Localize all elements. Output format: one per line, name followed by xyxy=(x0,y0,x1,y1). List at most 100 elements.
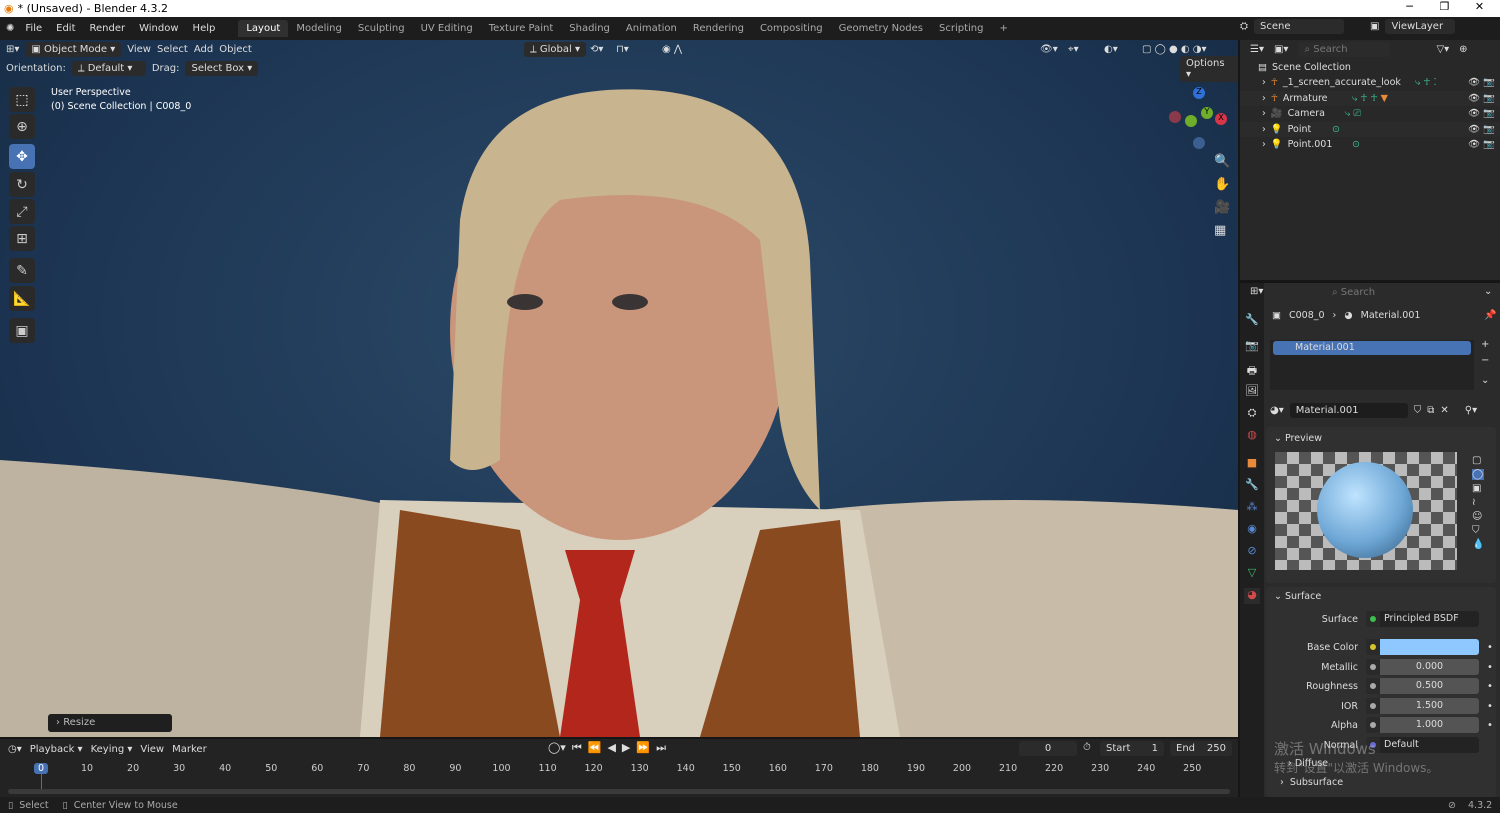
preview-cube-icon[interactable]: ▣ xyxy=(1472,483,1484,494)
preview-monkey-icon[interactable]: ☺ xyxy=(1472,511,1484,522)
keyframe-dot[interactable]: • xyxy=(1487,701,1493,712)
visibility-eye-icon[interactable]: 👁 📷 xyxy=(1468,93,1495,104)
rotate-tool[interactable]: ↻ xyxy=(9,172,35,197)
socket-icon[interactable] xyxy=(1370,616,1376,622)
outliner-row[interactable]: › 🎥 Camera ⤷ ⎚ 👁 📷 xyxy=(1240,106,1500,121)
viewlayer-selector[interactable]: ViewLayer xyxy=(1385,19,1456,34)
menu-edit[interactable]: Edit xyxy=(49,20,82,37)
maximize-button[interactable]: ❐ xyxy=(1427,0,1462,13)
ior-field[interactable]: 1.500 xyxy=(1380,698,1479,714)
visibility-eye-icon[interactable]: 👁 📷 xyxy=(1468,124,1495,135)
material-slot-item[interactable]: Material.001 xyxy=(1273,341,1471,355)
output-tab-icon[interactable]: 🖶 xyxy=(1244,362,1260,378)
add-slot-button[interactable]: + xyxy=(1481,339,1489,350)
menu-window[interactable]: Window xyxy=(132,20,185,37)
material-browse-icon[interactable]: ◕▾ xyxy=(1270,405,1284,416)
viewlayer-icon[interactable]: ▣ xyxy=(1370,21,1379,32)
tab-geometry-nodes[interactable]: Geometry Nodes xyxy=(831,20,931,37)
object-tab-icon[interactable]: ■ xyxy=(1244,456,1260,472)
tab-shading[interactable]: Shading xyxy=(561,20,618,37)
surface-header[interactable]: ⌄ Surface xyxy=(1266,587,1496,606)
alpha-slider[interactable]: 1.000 xyxy=(1380,717,1479,733)
3d-viewport[interactable]: ⊞▾ ▣ Object Mode ▾ View Select Add Objec… xyxy=(0,40,1238,737)
add-menu[interactable]: Add xyxy=(194,44,213,55)
tab-modeling[interactable]: Modeling xyxy=(288,20,350,37)
tab-sculpting[interactable]: Sculpting xyxy=(350,20,413,37)
view-menu[interactable]: View xyxy=(127,44,151,55)
select-menu[interactable]: Select xyxy=(157,44,188,55)
scene-icon[interactable]: ⛭ xyxy=(1240,21,1248,32)
overlay-toggle-icon[interactable]: ◐▾ xyxy=(1104,44,1118,55)
socket-icon[interactable] xyxy=(1370,664,1376,670)
preview-hair-icon[interactable]: ≀ xyxy=(1472,497,1484,508)
object-menu[interactable]: Object xyxy=(219,44,252,55)
menu-render[interactable]: Render xyxy=(83,20,133,37)
shading-modes-icon[interactable]: ▢ ◯ ● ◐ ◑▾ xyxy=(1142,44,1207,55)
particles-tab-icon[interactable]: ⁂ xyxy=(1244,500,1260,516)
tab-uv-editing[interactable]: UV Editing xyxy=(413,20,481,37)
tab-rendering[interactable]: Rendering xyxy=(685,20,752,37)
filter-icon[interactable]: ▽▾ xyxy=(1436,44,1449,55)
camera-view-icon[interactable]: 🎥 xyxy=(1214,200,1230,215)
properties-editor-type-icon[interactable]: ⊞▾ xyxy=(1250,286,1263,297)
socket-icon[interactable] xyxy=(1370,703,1376,709)
pivot-icon[interactable]: ⟲▾ xyxy=(590,44,603,55)
drag-selector[interactable]: Select Box ▾ xyxy=(185,61,259,76)
options-button[interactable]: Options ▾ xyxy=(1180,55,1238,82)
outliner-search-input[interactable]: ⌕ Search xyxy=(1298,42,1391,57)
outliner-row[interactable]: › ☥ _1_screen_accurate_look ⤷ ☥ ⁚ 👁 📷 xyxy=(1240,75,1500,90)
modifier-tab-icon[interactable]: 🔧 xyxy=(1244,478,1260,494)
last-operator-panel[interactable]: › Resize xyxy=(48,714,172,732)
visibility-icon[interactable]: 👁▾ xyxy=(1040,44,1058,55)
outliner-row[interactable]: › 💡 Point.001 ⊙ 👁 📷 xyxy=(1240,137,1500,152)
fake-user-icon[interactable]: ⛉ xyxy=(1414,405,1422,416)
tab-animation[interactable]: Animation xyxy=(618,20,685,37)
editor-type-icon[interactable]: ⊞▾ xyxy=(6,44,19,55)
pin-icon[interactable]: 📌 xyxy=(1484,310,1496,321)
menu-file[interactable]: File xyxy=(18,20,49,37)
menu-help[interactable]: Help xyxy=(186,20,223,37)
socket-icon[interactable] xyxy=(1370,644,1376,650)
gizmo-neg-z[interactable] xyxy=(1193,137,1205,149)
material-name-field[interactable]: Material.001 xyxy=(1289,403,1408,418)
world-tab-icon[interactable]: ◍ xyxy=(1244,428,1260,444)
scene-tab-icon[interactable]: ⛭ xyxy=(1244,406,1260,422)
gizmo-x-axis[interactable]: X xyxy=(1215,113,1227,125)
tab-texture-paint[interactable]: Texture Paint xyxy=(481,20,562,37)
preview-cloth-icon[interactable]: ⛉ xyxy=(1472,525,1484,536)
perspective-toggle-icon[interactable]: ▦ xyxy=(1214,223,1226,238)
close-button[interactable]: ✕ xyxy=(1462,0,1497,13)
transform-tool[interactable]: ⊞ xyxy=(9,226,35,251)
normal-input[interactable]: Default xyxy=(1380,737,1479,753)
physics-tab-icon[interactable]: ◉ xyxy=(1244,522,1260,538)
visibility-eye-icon[interactable]: 👁 📷 xyxy=(1468,139,1495,150)
tab-layout[interactable]: Layout xyxy=(238,20,289,37)
render-tab-icon[interactable]: 📷 xyxy=(1244,339,1260,355)
move-tool[interactable]: ✥ xyxy=(9,144,35,169)
add-cube-tool[interactable]: ▣ xyxy=(9,318,35,343)
material-tab-icon[interactable]: ◕ xyxy=(1244,588,1260,604)
outliner-row[interactable]: › 💡 Point ⊙ 👁 📷 xyxy=(1240,122,1500,137)
visibility-eye-icon[interactable]: 👁 📷 xyxy=(1468,77,1495,88)
socket-icon[interactable] xyxy=(1370,742,1376,748)
socket-icon[interactable] xyxy=(1370,683,1376,689)
tab-compositing[interactable]: Compositing xyxy=(752,20,831,37)
gizmo-z-axis[interactable]: Z xyxy=(1193,87,1205,99)
outliner-row[interactable]: › ☥ Armature ⤷ ☥ ☥ ▼ 👁 📷 xyxy=(1240,91,1500,106)
material-slots-list[interactable]: Material.001 xyxy=(1270,340,1474,390)
subsurface-subpanel[interactable]: › Subsurface xyxy=(1280,777,1343,788)
constraints-tab-icon[interactable]: ⊘ xyxy=(1244,544,1260,560)
display-mode-icon[interactable]: ▣▾ xyxy=(1274,44,1288,55)
diffuse-subpanel[interactable]: › Diffuse xyxy=(1288,758,1328,769)
scene-collection-row[interactable]: ▤ Scene Collection xyxy=(1240,60,1500,75)
roughness-slider[interactable]: 0.500 xyxy=(1380,678,1479,694)
preview-flat-icon[interactable]: ▢ xyxy=(1472,455,1484,466)
gizmo-neg-x[interactable] xyxy=(1169,111,1181,123)
transform-orientation-selector[interactable]: ⟂ Global ▾ xyxy=(524,42,586,57)
view-layer-tab-icon[interactable]: 🖼 xyxy=(1244,384,1260,400)
tab-scripting[interactable]: Scripting xyxy=(931,20,991,37)
preview-fluid-icon[interactable]: 💧 xyxy=(1472,539,1484,550)
node-link-icon[interactable]: ⚲▾ xyxy=(1465,405,1477,416)
socket-icon[interactable] xyxy=(1370,722,1376,728)
gizmo-neg-y[interactable] xyxy=(1185,115,1197,127)
